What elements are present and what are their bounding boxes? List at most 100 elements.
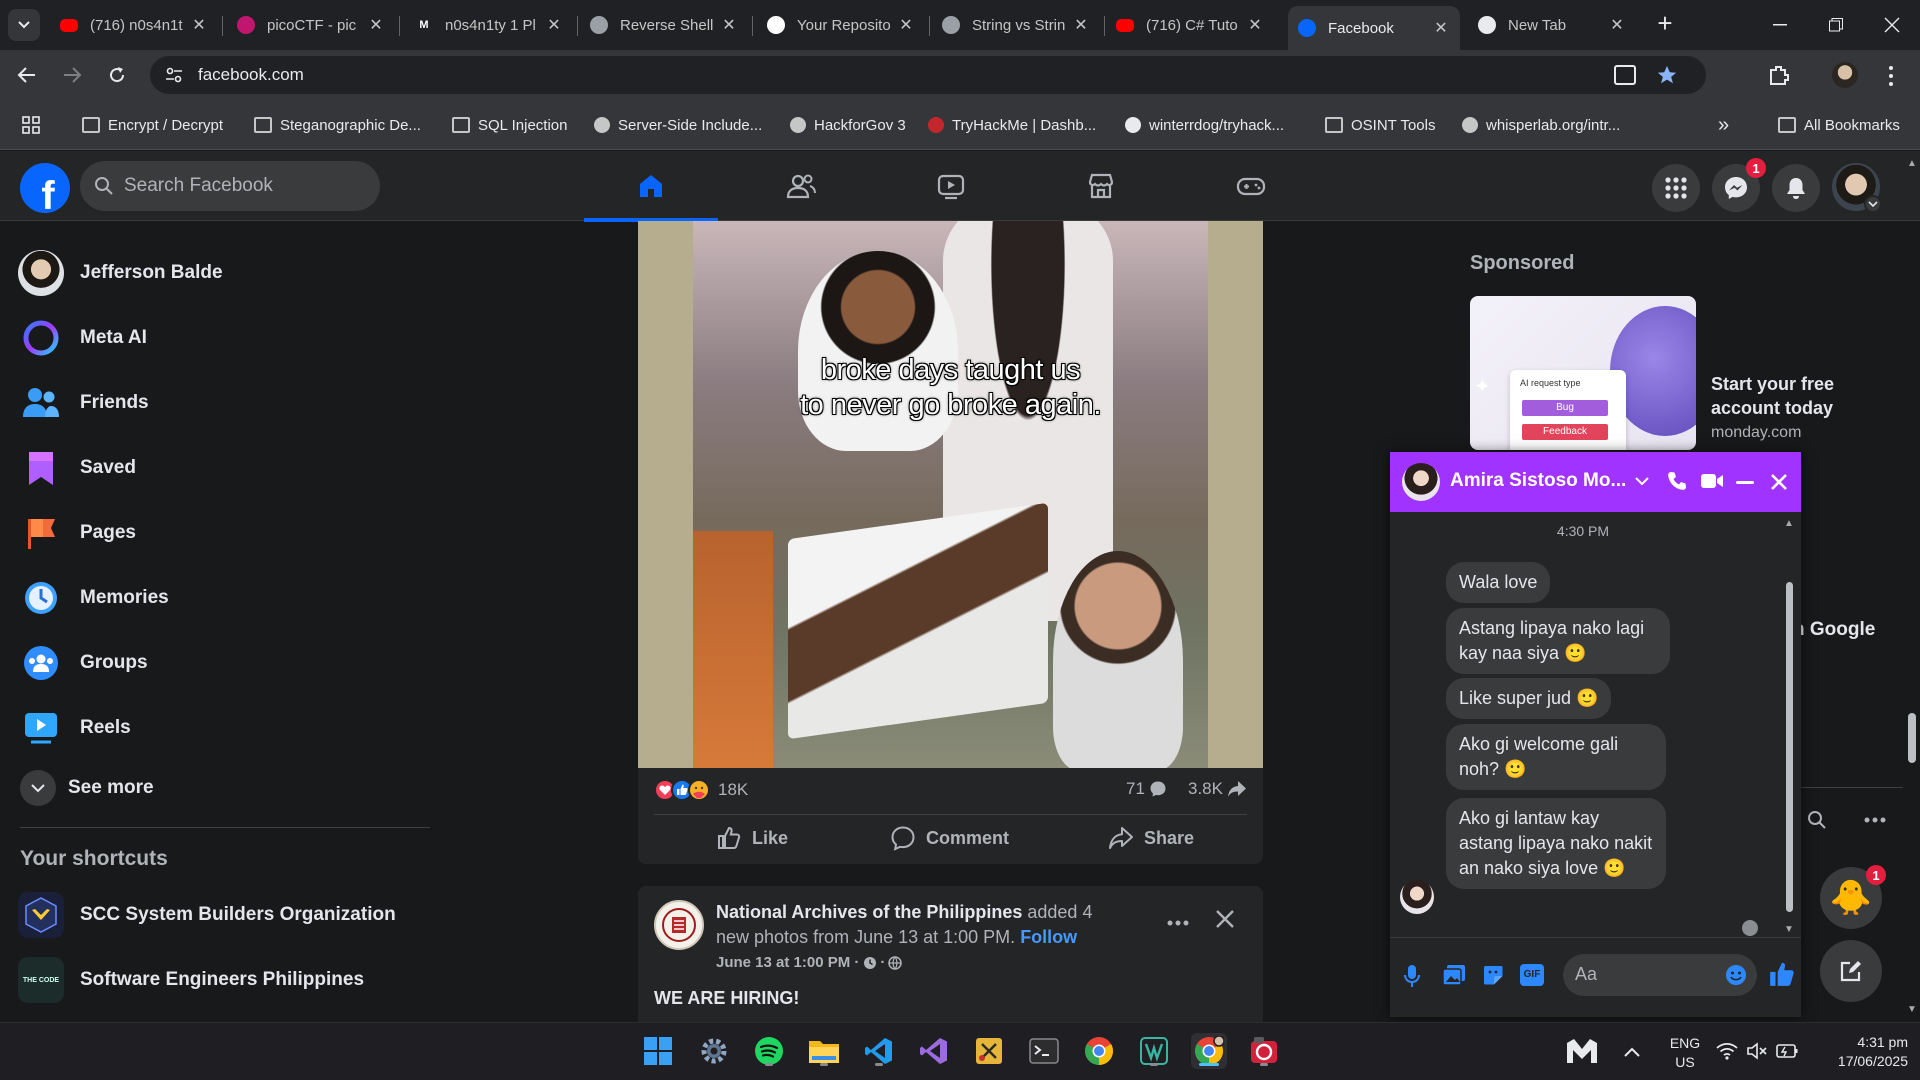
- browser-tab[interactable]: Mn0s4n1ty 1 Pl ✕: [405, 6, 573, 44]
- ad-headline[interactable]: Start your free account today: [1711, 372, 1861, 420]
- bookmark-item[interactable]: Encrypt / Decrypt: [82, 114, 223, 136]
- extensions-icon[interactable]: [1768, 64, 1790, 86]
- see-more-button[interactable]: See more: [18, 760, 154, 816]
- emoji-icon[interactable]: [1725, 964, 1747, 986]
- tab-close-icon[interactable]: ✕: [367, 15, 385, 35]
- bookmark-item[interactable]: TryHackMe | Dashb...: [928, 114, 1096, 136]
- reload-button[interactable]: [100, 58, 134, 92]
- tab-close-icon[interactable]: ✕: [1072, 15, 1090, 35]
- bookmark-item[interactable]: HackforGov 3: [790, 114, 906, 136]
- chrome-menu-button[interactable]: [1888, 65, 1894, 87]
- sidebar-item-groups[interactable]: Groups: [18, 635, 148, 691]
- close-window-button[interactable]: [1864, 0, 1920, 50]
- chat-message[interactable]: Ako gi welcome gali noh? 🙂: [1446, 724, 1666, 790]
- bookmarks-overflow-button[interactable]: »: [1718, 114, 1729, 136]
- volume-muted-icon[interactable]: [1746, 1042, 1768, 1060]
- restore-button[interactable]: [1808, 0, 1864, 50]
- chat-message[interactable]: Ako gi lantaw kay astang lipaya nako nak…: [1446, 798, 1666, 889]
- browser-tab[interactable]: (716) C# Tuto ✕: [1106, 6, 1274, 44]
- contact-name[interactable]: Amira Sistoso Mo...: [1450, 470, 1626, 492]
- nav-tab-video[interactable]: [884, 151, 1018, 221]
- chat-message[interactable]: Astang lipaya nako lagi kay naa siya 🙂: [1446, 608, 1670, 674]
- scrollbar-thumb[interactable]: [1908, 713, 1916, 763]
- address-bar[interactable]: facebook.com: [150, 56, 1706, 94]
- shortcut-scc[interactable]: SCC System Builders Organization: [18, 887, 396, 943]
- site-settings-icon[interactable]: [164, 65, 184, 85]
- post-photo[interactable]: broke days taught us to never go broke a…: [638, 221, 1263, 768]
- sidebar-item-profile[interactable]: Jefferson Balde: [18, 245, 223, 301]
- taskbar-chrome-active[interactable]: [1191, 1033, 1227, 1069]
- scroll-up-arrow[interactable]: ▲: [1784, 518, 1794, 529]
- battery-icon[interactable]: [1776, 1043, 1798, 1059]
- chat-message[interactable]: Like super jud 🙂: [1446, 678, 1612, 719]
- minimize-button[interactable]: [1752, 0, 1808, 50]
- nav-tab-marketplace[interactable]: [1034, 151, 1168, 221]
- chat-head-bubble[interactable]: 🐥 1: [1820, 865, 1886, 929]
- browser-tab[interactable]: Your Reposito ✕: [757, 6, 925, 44]
- new-tab-button[interactable]: +: [1650, 8, 1680, 42]
- share-button[interactable]: Share: [1108, 816, 1194, 860]
- taskbar-snipping-tool[interactable]: [971, 1033, 1007, 1069]
- contacts-options-icon[interactable]: [1864, 816, 1886, 824]
- comment-count-link[interactable]: 71: [1126, 779, 1167, 799]
- menu-grid-button[interactable]: [1652, 164, 1700, 212]
- bookmark-item[interactable]: OSINT Tools: [1325, 114, 1435, 136]
- close-chat-icon[interactable]: [1770, 473, 1788, 491]
- taskbar-dbeaver[interactable]: [1136, 1033, 1172, 1069]
- page-scrollbar[interactable]: ▲ ▼: [1906, 158, 1918, 1018]
- browser-tab[interactable]: (716) n0s4n1t ✕: [50, 6, 218, 44]
- chat-message[interactable]: Wala love: [1446, 562, 1551, 603]
- tab-close-icon[interactable]: ✕: [1432, 18, 1450, 38]
- sidebar-item-pages[interactable]: Pages: [18, 505, 136, 561]
- tab-close-icon[interactable]: ✕: [190, 15, 208, 35]
- url-text[interactable]: facebook.com: [198, 65, 304, 85]
- all-bookmarks-folder[interactable]: All Bookmarks: [1778, 114, 1900, 136]
- minimize-chat-icon[interactable]: [1736, 481, 1754, 484]
- page-name-link[interactable]: National Archives of the Philippines: [716, 902, 1022, 922]
- taskbar-terminal[interactable]: [1026, 1033, 1062, 1069]
- taskbar-retro-app[interactable]: [1246, 1033, 1282, 1069]
- scroll-up-arrow[interactable]: ▲: [1907, 158, 1917, 169]
- hide-post-button[interactable]: [1214, 908, 1236, 930]
- browser-tab[interactable]: New Tab ✕: [1468, 6, 1636, 44]
- nav-tab-friends[interactable]: [734, 151, 868, 221]
- chat-scrollbar-thumb[interactable]: [1786, 582, 1793, 912]
- chat-header[interactable]: Amira Sistoso Mo...: [1390, 452, 1801, 512]
- install-app-icon[interactable]: [1614, 65, 1636, 85]
- tab-close-icon[interactable]: ✕: [720, 15, 738, 35]
- star-icon[interactable]: [1656, 64, 1678, 86]
- facebook-logo[interactable]: f: [20, 163, 70, 213]
- account-avatar-button[interactable]: [1830, 161, 1882, 213]
- profile-avatar-button[interactable]: [1832, 62, 1858, 88]
- sidebar-item-saved[interactable]: Saved: [18, 440, 136, 496]
- tray-app-icon[interactable]: [1565, 1037, 1599, 1070]
- video-call-icon[interactable]: [1700, 472, 1724, 490]
- shortcut-software-engineers[interactable]: THE CODE Software Engineers Philippines: [18, 952, 364, 1008]
- like-button[interactable]: Like: [716, 816, 788, 860]
- sticker-icon[interactable]: [1482, 964, 1504, 986]
- taskbar-visual-studio[interactable]: [916, 1033, 952, 1069]
- wifi-icon[interactable]: [1716, 1042, 1738, 1060]
- contact-avatar[interactable]: [1402, 463, 1440, 501]
- message-input[interactable]: Aa: [1563, 954, 1757, 996]
- sidebar-item-friends[interactable]: Friends: [18, 375, 149, 431]
- taskbar-file-explorer[interactable]: [806, 1033, 842, 1069]
- bookmark-item[interactable]: Steganographic De...: [254, 114, 421, 136]
- forward-button[interactable]: [55, 58, 89, 92]
- post-timestamp[interactable]: June 13 at 1:00 PM ·: [716, 954, 859, 971]
- chevron-down-icon[interactable]: [1635, 477, 1649, 486]
- sidebar-item-memories[interactable]: Memories: [18, 570, 169, 626]
- contacts-search-icon[interactable]: [1807, 810, 1827, 830]
- messenger-button[interactable]: 1: [1712, 158, 1766, 212]
- sidebar-item-reels[interactable]: Reels: [18, 700, 131, 756]
- phone-call-icon[interactable]: [1666, 470, 1688, 492]
- nav-tab-home[interactable]: [584, 151, 718, 222]
- nav-tab-gaming[interactable]: [1184, 151, 1318, 221]
- scroll-down-arrow[interactable]: ▼: [1784, 924, 1794, 935]
- language-indicator[interactable]: ENG US: [1665, 1034, 1705, 1072]
- thumbs-up-send-icon[interactable]: [1768, 960, 1796, 988]
- tab-close-icon[interactable]: ✕: [1246, 15, 1264, 35]
- sidebar-item-meta-ai[interactable]: Meta AI: [18, 310, 147, 366]
- browser-tab[interactable]: Facebook ✕: [1288, 6, 1460, 50]
- browser-tab[interactable]: String vs Strin ✕: [932, 6, 1100, 44]
